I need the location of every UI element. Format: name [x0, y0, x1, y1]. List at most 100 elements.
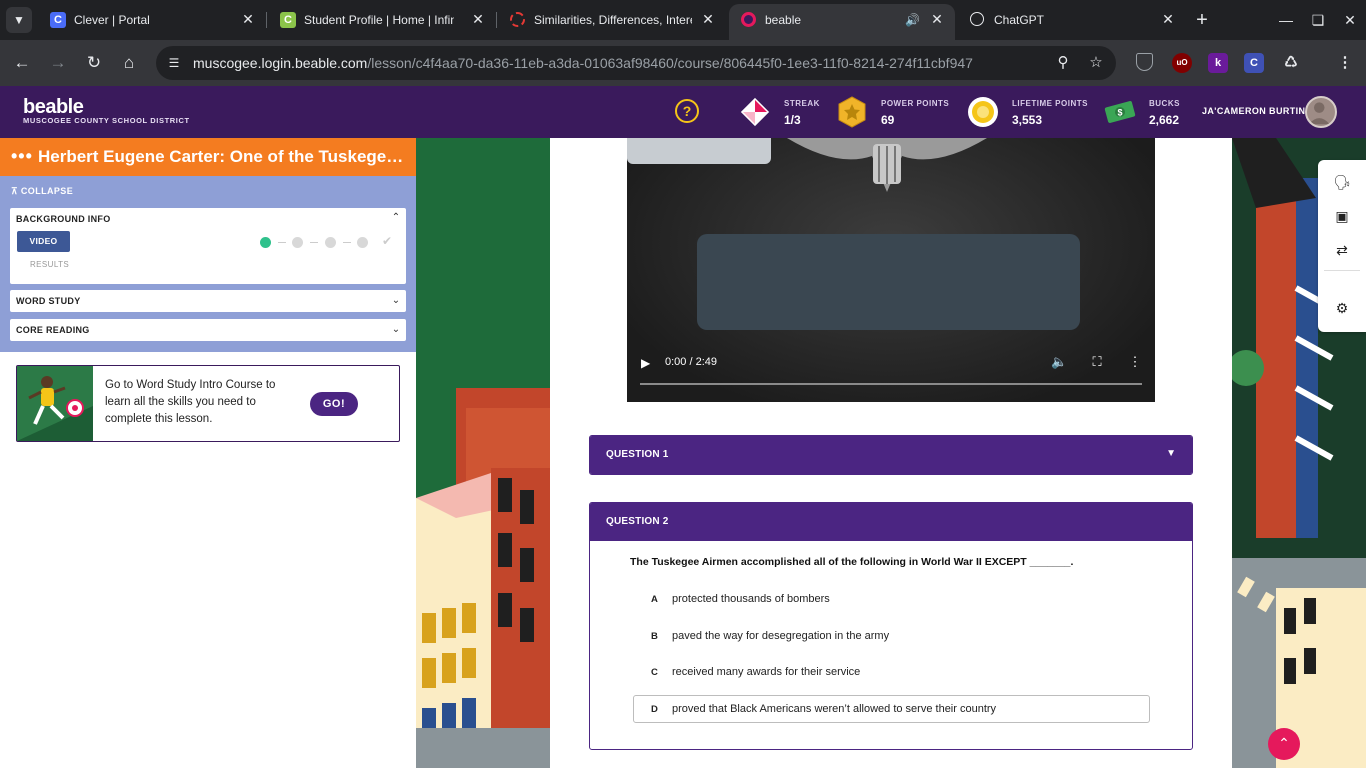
- bookmark-star-icon[interactable]: ☆: [1087, 54, 1105, 72]
- chevron-down-icon[interactable]: ⌄: [390, 324, 402, 336]
- text-to-speech-icon[interactable]: 🗣: [1332, 172, 1352, 192]
- home-icon[interactable]: ⌂: [118, 52, 140, 74]
- extensions-puzzle-icon[interactable]: ♺: [1281, 53, 1301, 73]
- lifetime-points-icon: [968, 97, 998, 127]
- reload-icon[interactable]: ↻: [83, 52, 105, 74]
- soccer-player-illustration: [17, 366, 93, 441]
- help-question-icon[interactable]: ?: [675, 99, 699, 123]
- choice-letter: C: [651, 667, 658, 678]
- tab-search-chevron-icon[interactable]: ▼: [6, 7, 32, 33]
- close-tab-icon[interactable]: ✕: [700, 11, 716, 27]
- promo-text: Go to Word Study Intro Course to learn a…: [105, 379, 276, 425]
- answer-choice-c[interactable]: C received many awards for their service: [633, 658, 1150, 686]
- thinking-head-icon[interactable]: ⚙: [1332, 298, 1352, 318]
- new-tab-icon[interactable]: +: [1192, 10, 1212, 30]
- question-label: QUESTION 2: [606, 516, 669, 527]
- toolbar-divider: [1324, 270, 1360, 271]
- minimize-icon[interactable]: —: [1276, 10, 1296, 30]
- close-tab-icon[interactable]: ✕: [240, 11, 256, 27]
- choice-text: paved the way for desegregation in the a…: [672, 630, 890, 642]
- close-tab-icon[interactable]: ✕: [470, 11, 486, 27]
- glossary-book-icon[interactable]: ▣: [1332, 206, 1352, 226]
- forward-arrow-icon[interactable]: →: [47, 52, 69, 74]
- tab-similarities[interactable]: Similarities, Differences, Intere ✕: [498, 0, 726, 40]
- volume-icon[interactable]: 🔈: [1051, 354, 1067, 370]
- collapse-icon: ⊼: [11, 186, 21, 196]
- section-word-study[interactable]: WORD STUDY ⌄: [10, 290, 406, 312]
- tab-student-profile[interactable]: C Student Profile | Home | Infini ✕: [268, 0, 496, 40]
- close-tab-icon[interactable]: ✕: [1160, 11, 1176, 27]
- answer-choice-b[interactable]: B paved the way for desegregation in the…: [633, 622, 1150, 650]
- question-2-header[interactable]: QUESTION 2: [590, 503, 1192, 541]
- results-step-label[interactable]: RESULTS: [30, 260, 69, 269]
- streak-icon: [740, 97, 770, 127]
- section-core-reading[interactable]: CORE READING ⌄: [10, 319, 406, 341]
- video-title-panel: [697, 234, 1080, 330]
- close-tab-icon[interactable]: ✕: [929, 11, 945, 27]
- eagle-emblem-icon: [787, 138, 987, 192]
- progress-step: [357, 237, 368, 248]
- video-player[interactable]: ▶ 0:00 / 2:49 🔈 ⛶ ⋮: [627, 138, 1155, 402]
- lifetime-points-label: LIFETIME POINTS: [1012, 99, 1088, 108]
- choice-letter: B: [651, 631, 658, 642]
- lesson-title-bar: ••• Herbert Eugene Carter: One of the Tu…: [0, 138, 416, 176]
- bucks-icon: $: [1104, 101, 1136, 123]
- tab-title: Similarities, Differences, Intere: [534, 13, 692, 27]
- question-1-header[interactable]: QUESTION 1 ▼: [590, 436, 1192, 474]
- browser-toolbar: ← → ↻ ⌂ ☰ muscogee.login.beable.com/less…: [0, 40, 1366, 86]
- answer-choice-a[interactable]: A protected thousands of bombers: [633, 585, 1150, 613]
- video-step-button[interactable]: VIDEO: [17, 231, 70, 252]
- url-text[interactable]: muscogee.login.beable.com/lesson/c4f4aa7…: [193, 55, 973, 71]
- tab-title: ChatGPT: [994, 13, 1045, 27]
- chevron-up-icon[interactable]: ⌃: [390, 212, 402, 224]
- shield-extension-icon[interactable]: [1136, 53, 1153, 71]
- fullscreen-icon[interactable]: ⛶: [1089, 354, 1105, 370]
- progress-connector: [343, 242, 351, 243]
- video-progress-bar[interactable]: [640, 383, 1142, 385]
- choice-text: protected thousands of bombers: [672, 593, 830, 605]
- user-avatar[interactable]: [1305, 96, 1337, 128]
- answer-choice-d-selected[interactable]: D proved that Black Americans weren’t al…: [633, 695, 1150, 723]
- question-1[interactable]: QUESTION 1 ▼: [589, 435, 1193, 475]
- choice-letter: D: [651, 704, 658, 715]
- play-icon[interactable]: ▶: [641, 356, 650, 370]
- power-points-label: POWER POINTS: [881, 99, 950, 108]
- address-bar[interactable]: ☰ muscogee.login.beable.com/lesson/c4f4a…: [156, 46, 1116, 80]
- user-name[interactable]: JA'CAMERON BURTIN: [1202, 106, 1305, 116]
- word-study-promo-card: Go to Word Study Intro Course to learn a…: [16, 365, 400, 442]
- progress-step-done: [260, 237, 271, 248]
- lesson-menu-dots-icon[interactable]: •••: [11, 146, 33, 167]
- choice-text: received many awards for their service: [672, 666, 861, 678]
- clever-extension-icon[interactable]: C: [1244, 53, 1264, 73]
- maximize-icon[interactable]: ❏: [1308, 10, 1328, 30]
- go-button[interactable]: GO!: [310, 392, 358, 416]
- collapse-button[interactable]: ⊼ COLLAPSE: [11, 186, 73, 197]
- lesson-title: Herbert Eugene Carter: One of the Tuskeg…: [38, 147, 408, 166]
- audio-playing-icon[interactable]: 🔊: [905, 13, 920, 27]
- site-settings-icon[interactable]: ☰: [166, 55, 182, 71]
- section-title: WORD STUDY: [16, 296, 81, 306]
- chatgpt-favicon: [970, 12, 984, 26]
- tab-title: Student Profile | Home | Infini: [304, 13, 454, 27]
- tab-chatgpt[interactable]: ChatGPT ✕: [958, 0, 1186, 40]
- lesson-steps-panel: ⊼ COLLAPSE BACKGROUND INFO ⌃ VIDEO RESUL…: [0, 176, 416, 352]
- chevron-down-icon[interactable]: ⌄: [390, 295, 402, 307]
- lifetime-points-value: 3,553: [1012, 113, 1043, 127]
- close-window-icon[interactable]: ✕: [1340, 10, 1360, 30]
- scroll-to-top-button[interactable]: ⌃: [1268, 728, 1300, 760]
- back-arrow-icon[interactable]: ←: [11, 52, 33, 74]
- power-points-icon: [838, 96, 866, 128]
- translate-icon[interactable]: ⇄: [1332, 240, 1352, 260]
- ublock-extension-icon[interactable]: uO: [1172, 53, 1192, 73]
- video-more-options-icon[interactable]: ⋮: [1127, 354, 1143, 370]
- zoom-search-icon[interactable]: ⚲: [1054, 54, 1072, 72]
- tab-beable-active[interactable]: beable 🔊 ✕: [729, 4, 955, 40]
- browser-menu-icon[interactable]: ⋮: [1335, 53, 1355, 73]
- section-background-info: BACKGROUND INFO ⌃ VIDEO RESULTS ✔: [10, 208, 406, 284]
- tab-clever-portal[interactable]: C Clever | Portal ✕: [38, 0, 266, 40]
- progress-step: [325, 237, 336, 248]
- url-host: muscogee.login.beable.com: [193, 55, 368, 71]
- chevron-down-icon[interactable]: ▼: [1166, 448, 1176, 459]
- kami-extension-icon[interactable]: k: [1208, 53, 1228, 73]
- collapse-label: COLLAPSE: [20, 186, 74, 196]
